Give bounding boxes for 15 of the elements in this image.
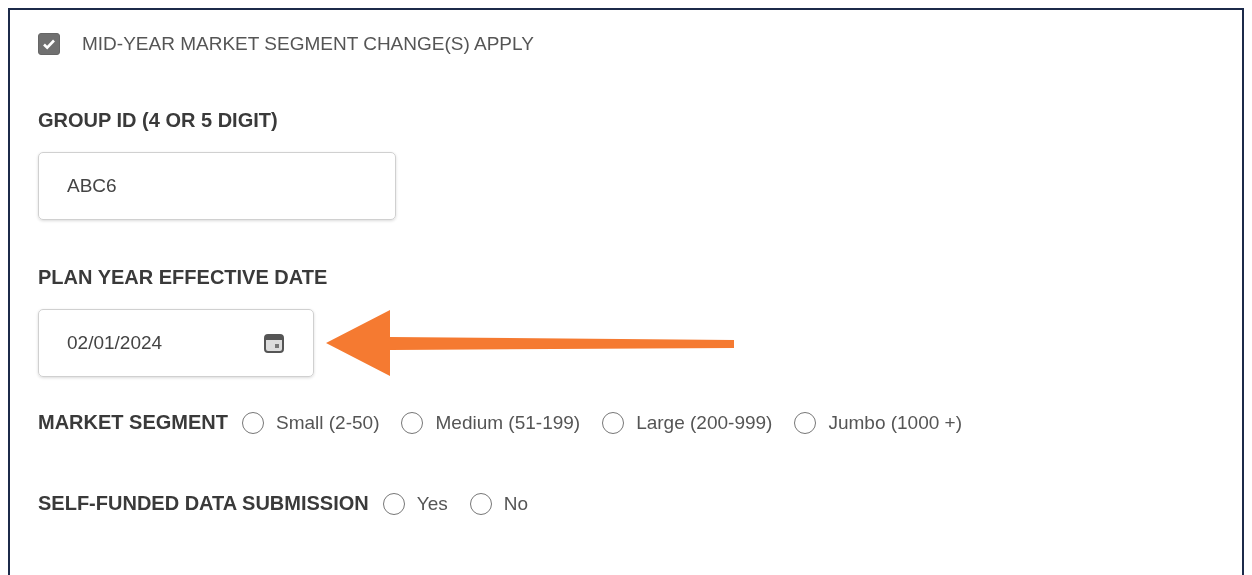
radio-label: Medium (51-199) bbox=[435, 411, 581, 434]
radio-label: Large (200-999) bbox=[636, 411, 773, 434]
radio-label: Small (2-50) bbox=[276, 411, 380, 434]
radio-label: Yes bbox=[416, 492, 448, 515]
field-label: PLAN YEAR EFFECTIVE DATE bbox=[38, 266, 329, 289]
calendar-icon[interactable] bbox=[263, 332, 285, 354]
radio-label: Jumbo (1000 +) bbox=[828, 411, 963, 434]
checkbox[interactable] bbox=[38, 33, 60, 55]
checkbox-label: MID-YEAR MARKET SEGMENT CHANGE(S) APPLY bbox=[82, 33, 534, 55]
radio-group-label: SELF-FUNDED DATA SUBMISSION bbox=[38, 492, 369, 515]
field-label: GROUP ID (4 OR 5 DIGIT) bbox=[38, 109, 279, 132]
input-field[interactable]: ABC6 bbox=[38, 152, 396, 220]
radio-group-label: MARKET SEGMENT bbox=[38, 411, 228, 434]
radio-label: No bbox=[503, 492, 529, 515]
date-field[interactable]: 02/01/2024 bbox=[38, 309, 314, 377]
